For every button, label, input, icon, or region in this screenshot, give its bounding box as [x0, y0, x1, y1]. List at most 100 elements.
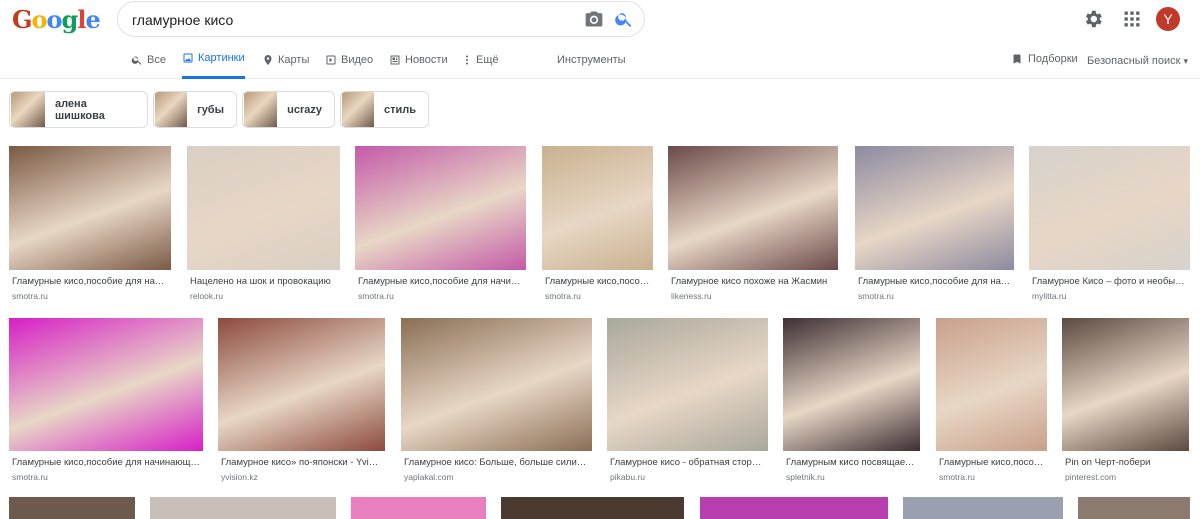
result-source: yaplakal.com	[404, 472, 454, 482]
result-image[interactable]	[783, 318, 920, 451]
result-caption[interactable]: Гламурное кисо» по-японски - Yvision	[218, 457, 385, 468]
result-caption[interactable]: Гламурное кисо похоже на Жасмин	[668, 276, 838, 287]
safe-search-label: Безопасный поиск	[1087, 55, 1181, 67]
camera-icon[interactable]	[584, 9, 604, 29]
result-source: smotra.ru	[12, 472, 48, 482]
result-image[interactable]	[668, 146, 838, 270]
image-result[interactable]: Гламурное Кисо – фото и необычные mylitt…	[1029, 146, 1190, 301]
logo-letter: o	[31, 5, 48, 34]
chip-guby[interactable]: губы	[153, 91, 237, 128]
result-caption[interactable]: Гламурное кисо - обратная сторона	[607, 457, 768, 468]
chip-label: ucrazy	[287, 103, 322, 116]
image-result-partial[interactable]	[903, 497, 1063, 519]
result-image[interactable]	[936, 318, 1047, 451]
image-result[interactable]: Гламурные кисо,пособие для начинающих sm…	[9, 318, 203, 482]
result-caption[interactable]: Нацелено на шок и провокацию	[187, 276, 340, 287]
safe-search-dropdown[interactable]: Безопасный поиск ▾	[1087, 55, 1188, 67]
image-result[interactable]: Гламурные кисо,пособие smotra.ru	[936, 318, 1047, 482]
result-image[interactable]	[1029, 146, 1190, 270]
image-result-partial[interactable]	[700, 497, 888, 519]
result-source: spletnik.ru	[786, 472, 825, 482]
avatar[interactable]: Y	[1156, 7, 1180, 31]
result-source: pinterest.com	[1065, 472, 1117, 482]
result-caption[interactable]: Гламурным кисо посвящается	[783, 457, 920, 468]
chip-thumbnail	[155, 92, 188, 127]
image-result[interactable]: Гламурное кисо» по-японски - Yvision yvi…	[218, 318, 385, 482]
tab-images[interactable]: Картинки	[182, 40, 245, 79]
image-result-partial[interactable]	[150, 497, 336, 519]
result-caption[interactable]: Гламурные кисо,пособие для начинающих	[855, 276, 1014, 287]
logo-letter: e	[85, 5, 100, 34]
image-result[interactable]: Гламурные кисо,пособие для начинающих sm…	[855, 146, 1014, 301]
image-result[interactable]: Гламурные кисо,пособие для начинающих sm…	[9, 146, 171, 301]
result-caption[interactable]: Гламурные кисо,пособие для начинающих	[355, 276, 526, 287]
result-image[interactable]	[401, 318, 592, 451]
image-result[interactable]: Гламурное кисо: Больше, больше силикона …	[401, 318, 592, 482]
result-source: smotra.ru	[545, 291, 581, 301]
result-image[interactable]	[607, 318, 768, 451]
image-result[interactable]: Гламурным кисо посвящается spletnik.ru	[783, 318, 920, 482]
image-result[interactable]: Pin on Черт-побери pinterest.com	[1062, 318, 1189, 482]
image-result[interactable]: Нацелено на шок и провокацию relook.ru	[187, 146, 340, 301]
result-caption[interactable]: Гламурное кисо: Больше, больше силикона	[401, 457, 592, 468]
image-result-partial[interactable]	[1078, 497, 1190, 519]
tab-label: Все	[147, 53, 166, 66]
result-source: mylitta.ru	[1032, 291, 1067, 301]
image-result-partial[interactable]	[501, 497, 684, 519]
result-image[interactable]	[187, 146, 340, 270]
result-caption[interactable]: Гламурные кисо,пособие	[936, 457, 1047, 468]
search-box[interactable]: гламурное кисо	[117, 1, 645, 37]
saved-label: Подборки	[1028, 53, 1078, 65]
result-source: likeness.ru	[671, 291, 712, 301]
news-icon	[390, 55, 400, 64]
result-image[interactable]	[355, 146, 526, 270]
result-caption[interactable]: Гламурное Кисо – фото и необычные	[1029, 276, 1190, 287]
search-input[interactable]: гламурное кисо	[132, 12, 233, 28]
google-logo[interactable]: Google	[12, 5, 101, 34]
image-result-partial[interactable]	[9, 497, 135, 519]
result-image[interactable]	[218, 318, 385, 451]
result-caption[interactable]: Гламурные кисо,пособие для начинающих	[9, 457, 203, 468]
image-result[interactable]: Гламурное кисо похоже на Жасмин likeness…	[668, 146, 838, 301]
chip-stil[interactable]: стиль	[340, 91, 429, 128]
chip-alena-shishkova[interactable]: алена шишкова	[9, 91, 148, 128]
tab-label: Ещё	[476, 53, 499, 66]
image-icon	[183, 53, 193, 63]
result-source: relook.ru	[190, 291, 224, 301]
gear-icon[interactable]	[1082, 8, 1104, 30]
tools-button[interactable]: Инструменты	[557, 54, 626, 66]
result-image[interactable]	[542, 146, 653, 270]
result-source: pikabu.ru	[610, 472, 645, 482]
chip-ucrazy[interactable]: ucrazy	[242, 91, 335, 128]
result-image[interactable]	[9, 146, 171, 270]
result-caption[interactable]: Гламурные кисо,пособие	[542, 276, 653, 287]
saved-collections-link[interactable]: Подборки	[1011, 52, 1078, 66]
tab-all[interactable]: Все	[131, 40, 166, 79]
result-image[interactable]	[1062, 318, 1189, 451]
chip-label: алена шишкова	[54, 97, 105, 122]
logo-letter: G	[12, 5, 32, 34]
result-caption[interactable]: Pin on Черт-побери	[1062, 457, 1189, 468]
tab-label: Карты	[278, 53, 310, 66]
tab-maps[interactable]: Карты	[262, 40, 309, 79]
image-result[interactable]: Гламурные кисо,пособие для начинающих sm…	[355, 146, 526, 301]
chip-thumbnail	[244, 92, 278, 127]
result-caption[interactable]: Гламурные кисо,пособие для начинающих	[9, 276, 171, 287]
chip-label: губы	[197, 103, 224, 116]
result-image[interactable]	[9, 318, 203, 451]
result-source: smotra.ru	[12, 291, 48, 301]
apps-grid-icon[interactable]	[1122, 9, 1142, 29]
search-icon[interactable]	[614, 9, 634, 29]
result-image[interactable]	[855, 146, 1014, 270]
image-result[interactable]: Гламурное кисо - обратная сторона pikabu…	[607, 318, 768, 482]
tab-news[interactable]: Новости	[389, 40, 448, 79]
caret-down-icon: ▾	[1183, 56, 1189, 66]
chip-thumbnail	[342, 92, 374, 127]
image-result[interactable]: Гламурные кисо,пособие smotra.ru	[542, 146, 653, 301]
play-icon	[326, 55, 336, 64]
image-result-partial[interactable]	[351, 497, 486, 519]
tab-more[interactable]: Ещё	[462, 40, 499, 79]
tab-video[interactable]: Видео	[325, 40, 373, 79]
chip-thumbnail	[11, 92, 45, 127]
map-pin-icon	[264, 54, 272, 65]
